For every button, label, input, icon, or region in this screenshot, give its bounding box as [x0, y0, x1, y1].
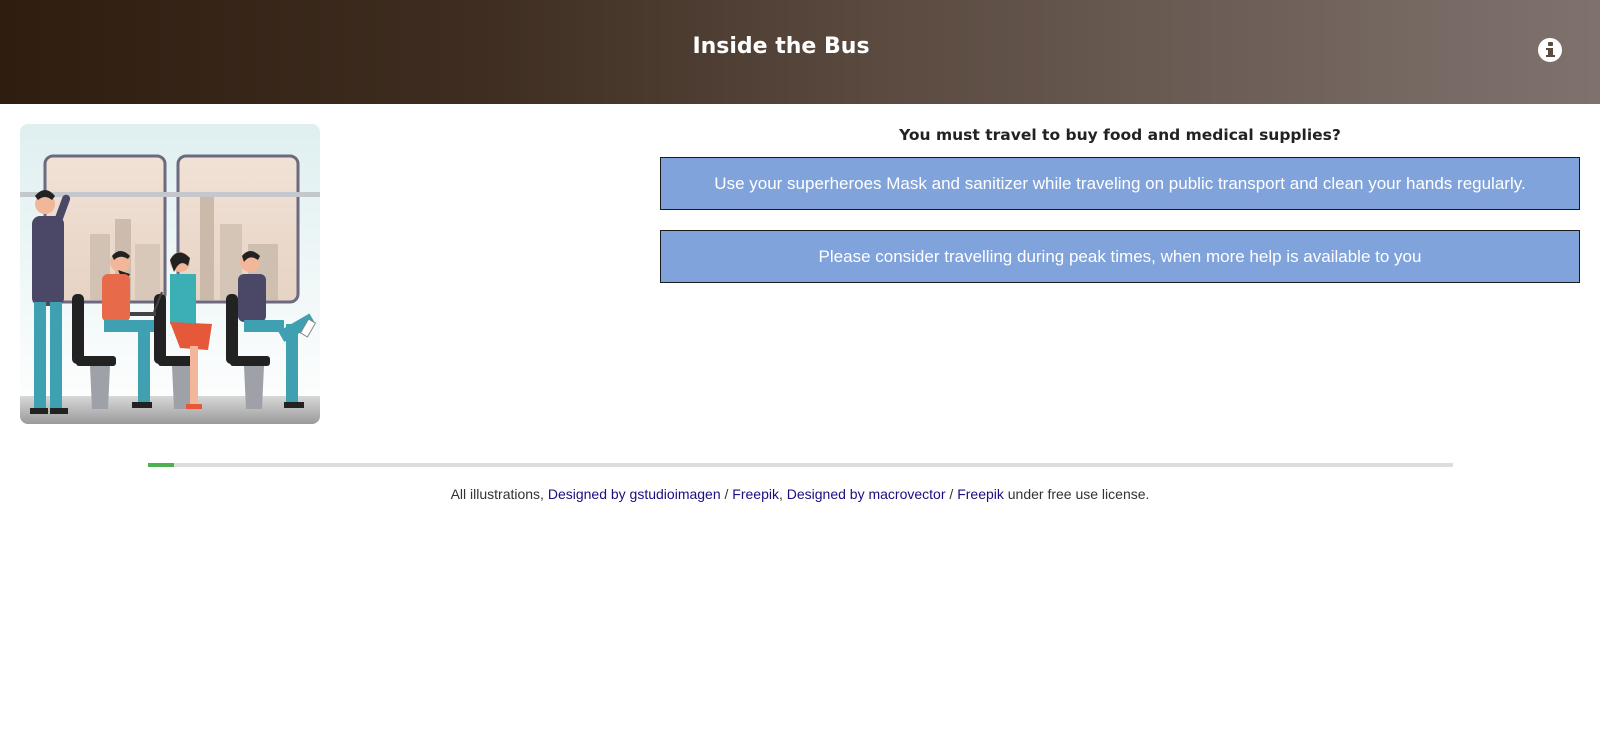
credits-suffix: under free use license.: [1003, 486, 1150, 502]
answer-option-1[interactable]: Use your superheroes Mask and sanitizer …: [660, 157, 1580, 210]
bus-illustration-svg: [20, 124, 320, 424]
credits-sep-2: /: [945, 486, 958, 502]
answer-option-1-label: Use your superheroes Mask and sanitizer …: [714, 173, 1526, 193]
credits-line: All illustrations, Designed by gstudioim…: [0, 486, 1600, 502]
question-text: You must travel to buy food and medical …: [899, 126, 1341, 144]
info-icon-dot: [1548, 42, 1553, 46]
progress-bar: [148, 463, 1453, 467]
credit-link-freepik-1[interactable]: Freepik: [732, 486, 779, 502]
credit-link-gstudioimagen[interactable]: Designed by gstudioimagen: [548, 486, 721, 502]
info-icon[interactable]: [1538, 38, 1562, 62]
page-title: Inside the Bus: [692, 34, 870, 59]
header-bar: Inside the Bus: [0, 0, 1600, 104]
bus-passengers-illustration: [20, 124, 320, 424]
credit-link-macrovector[interactable]: Designed by macrovector: [787, 486, 946, 502]
credits-prefix: All illustrations,: [450, 486, 548, 502]
answer-option-2[interactable]: Please consider travelling during peak t…: [660, 230, 1580, 283]
info-icon-foot: [1546, 55, 1555, 57]
credits-sep-1: /: [720, 486, 733, 502]
credit-link-freepik-2[interactable]: Freepik: [957, 486, 1004, 502]
progress-fill: [148, 463, 175, 467]
answer-option-2-label: Please consider travelling during peak t…: [818, 246, 1422, 266]
credits-comma: ,: [778, 486, 787, 502]
